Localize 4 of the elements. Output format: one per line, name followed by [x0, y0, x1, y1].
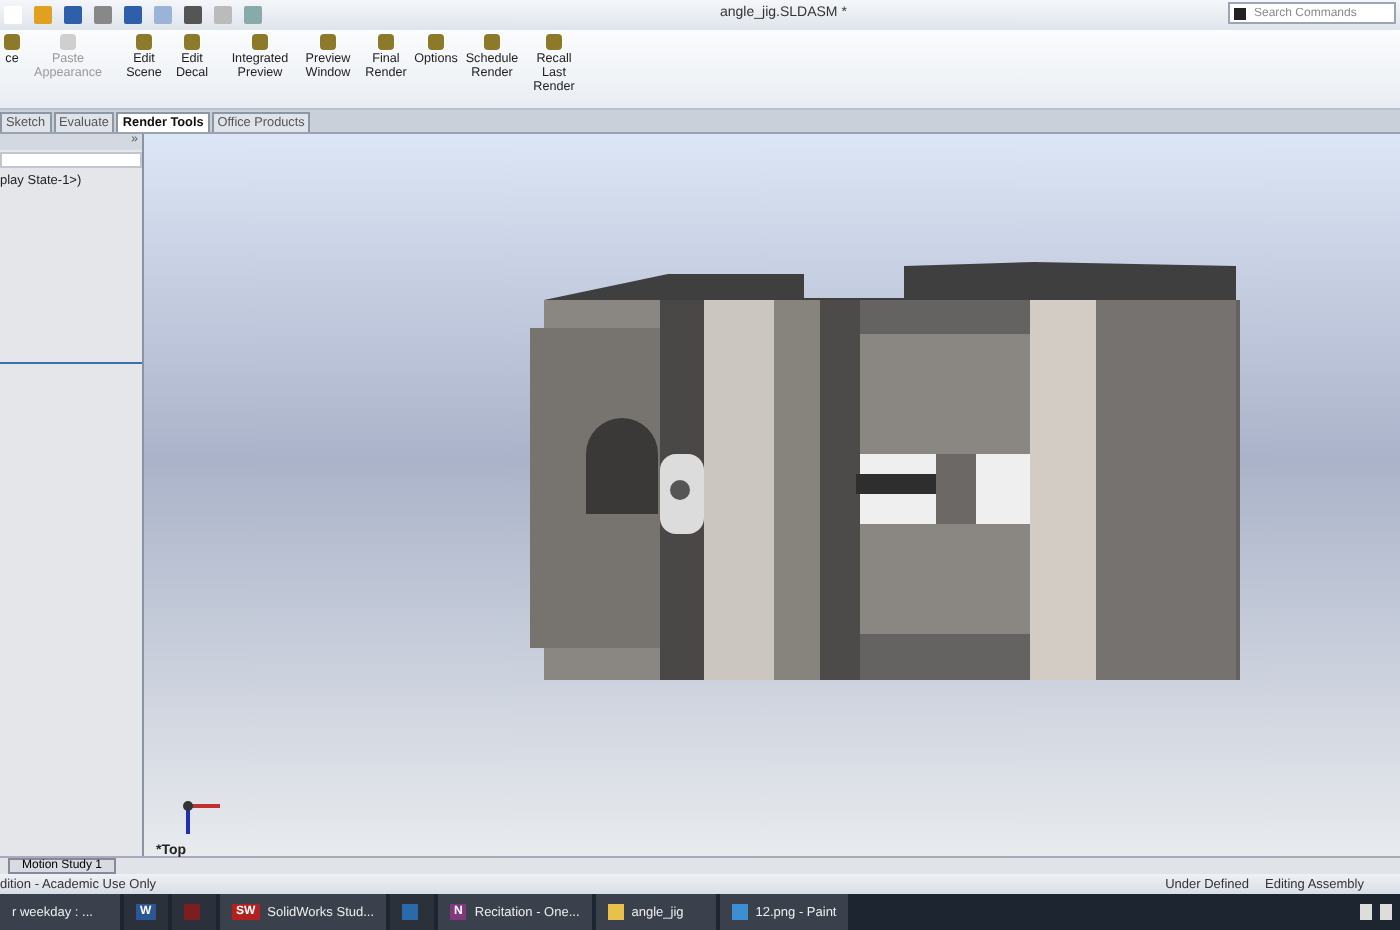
search-icon: [1234, 8, 1246, 20]
taskbar-button[interactable]: [390, 894, 435, 930]
taskbar-button[interactable]: [172, 894, 216, 930]
filter-field[interactable]: [0, 152, 142, 168]
